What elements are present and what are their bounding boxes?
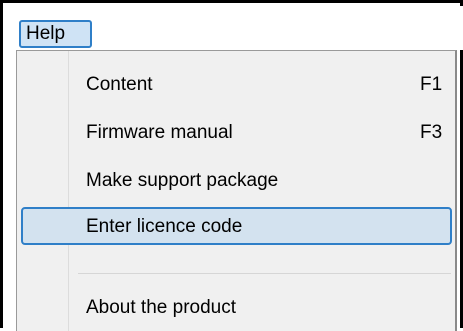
menu-item-shortcut: F1 xyxy=(420,74,443,95)
menu-item-shortcut: F3 xyxy=(420,122,443,143)
menu-item-enter-licence-code[interactable]: Enter licence code xyxy=(21,207,452,245)
menu-item-content[interactable]: Content F1 xyxy=(17,66,455,104)
menu-item-label: Enter licence code xyxy=(86,216,243,237)
menu-item-about-the-product[interactable]: About the product xyxy=(17,289,455,327)
menu-bar: Help xyxy=(6,6,463,50)
window-frame: Help Content F1 Firmware manual F3 Make … xyxy=(0,0,463,331)
menu-separator xyxy=(78,273,451,274)
menu-item-label: About the product xyxy=(86,297,236,318)
menu-item-label: Content xyxy=(86,74,153,95)
menu-item-make-support-package[interactable]: Make support package xyxy=(17,162,455,200)
menu-item-label: Make support package xyxy=(86,170,279,191)
menu-item-firmware-manual[interactable]: Firmware manual F3 xyxy=(17,114,455,152)
help-menu-button[interactable]: Help xyxy=(19,20,92,48)
help-dropdown-menu: Content F1 Firmware manual F3 Make suppo… xyxy=(16,50,457,331)
menu-item-label: Firmware manual xyxy=(86,122,233,143)
